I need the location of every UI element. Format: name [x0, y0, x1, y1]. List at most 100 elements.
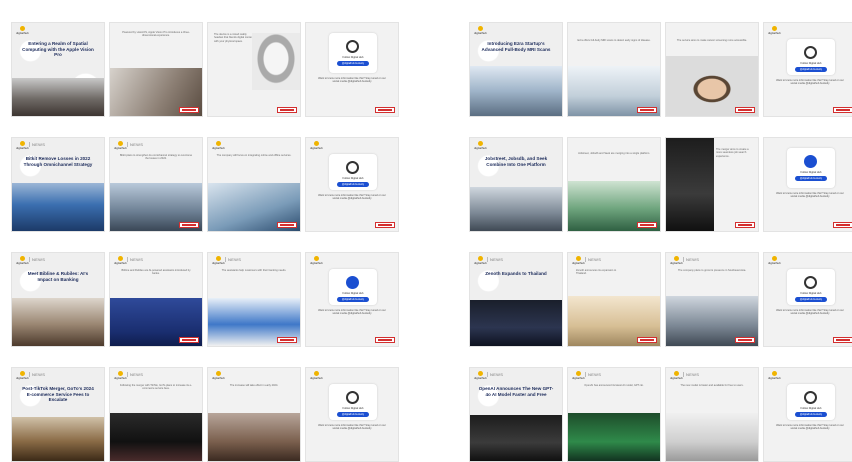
slide-headline: Entering a Realm of Spatial Computing wi… — [22, 41, 94, 58]
footer-logo — [637, 337, 657, 343]
slide-body-text: Bibline and Rubiles are AI-powered assis… — [121, 269, 191, 276]
slide-headline: Post-TikTok Merger, GoTo's 2024 E-commer… — [22, 386, 94, 403]
brand-logo: digitalhub — [114, 256, 128, 267]
news-tag: NEWS — [486, 372, 504, 377]
slide-follow[interactable]: Follow Digital Hub @digitalhub.bucketly … — [305, 22, 399, 117]
follow-cta: Want to know more information like this?… — [318, 424, 386, 431]
slide-follow[interactable]: digitalhub Follow Digital Hub @digitalhu… — [305, 252, 399, 347]
follow-name: Follow Digital Hub — [800, 407, 822, 410]
follow-card: Follow Digital Hub @digitalhub.bucketly — [329, 33, 377, 73]
slide-follow[interactable]: digitalhub Follow Digital Hub @digitalhu… — [763, 367, 852, 462]
slide-cover[interactable]: digitalhub Jobstreet, Jobsdb, and Seek C… — [469, 137, 563, 232]
slide-cover[interactable]: digitalhub Introducing Ezra Startup's Ad… — [469, 22, 563, 117]
slide-follow[interactable]: digitalhub Follow Digital Hub @digitalhu… — [305, 137, 399, 232]
slide-photo — [470, 415, 562, 461]
brand-logo: digitalhub — [670, 371, 684, 382]
slide-body-text: The company will focus on integrating on… — [216, 154, 292, 157]
slide-headline: OpenAI Announces The New GPT-4o AI Model… — [478, 386, 554, 397]
slide-cover[interactable]: digitalhub NEWS Zenoth Expands to Thaila… — [469, 252, 563, 347]
follow-handle[interactable]: @digitalhub.bucketly — [337, 412, 369, 417]
slide-photo — [252, 33, 300, 90]
slide-photo — [666, 138, 714, 231]
follow-cta: Want to know more information like this?… — [776, 192, 844, 199]
slide-body[interactable]: The device is a mixed reality headset th… — [207, 22, 301, 117]
slide-cover[interactable]: digitalhub NEWS Bitkit Remove Losses in … — [11, 137, 105, 232]
slide-body-text: The service aims to make cancer screenin… — [676, 39, 748, 42]
brand-logo: digitalhub — [474, 371, 488, 382]
slide-headline: Jobstreet, Jobsdb, and Seek Combine Into… — [484, 156, 548, 167]
follow-handle[interactable]: @digitalhub.bucketly — [337, 182, 369, 187]
slide-body[interactable]: The merger aims to create a more seamles… — [665, 137, 759, 232]
slide-body[interactable]: digitalhub NEWS Bibline and Rubiles are … — [109, 252, 203, 347]
slide-body[interactable]: digitalhub NEWS OpenAI has announced its… — [567, 367, 661, 462]
footer-logo — [833, 222, 852, 228]
slide-body[interactable]: digitalhub NEWS The assistants help cust… — [207, 252, 301, 347]
brand-logo: digitalhub — [768, 256, 782, 267]
footer-logo — [179, 337, 199, 343]
slide-follow[interactable]: digitalhub Follow Digital Hub @digitalhu… — [763, 252, 852, 347]
brand-logo: digitalhub — [16, 256, 30, 267]
follow-handle[interactable]: @digitalhub.bucketly — [795, 297, 827, 302]
news-tag: NEWS — [126, 372, 144, 377]
avatar-icon — [346, 276, 359, 289]
follow-handle[interactable]: @digitalhub.bucketly — [795, 67, 827, 72]
slide-photo — [470, 66, 562, 116]
slide-follow[interactable]: digitalhub Follow Digital Hub @digitalhu… — [763, 22, 852, 117]
slide-body-text: Jobstreet, Jobsdb and Seek are merging i… — [577, 152, 651, 155]
follow-name: Follow Digital Hub — [342, 56, 364, 59]
avatar-icon — [346, 391, 359, 404]
slide-body-text: The assistants help customers with their… — [221, 269, 287, 272]
slide-body[interactable]: digitalhub NEWS The company plans to gro… — [665, 252, 759, 347]
slide-follow[interactable]: Follow Digital Hub @digitalhub.bucketly … — [763, 137, 852, 232]
follow-name: Follow Digital Hub — [342, 177, 364, 180]
footer-logo — [735, 107, 755, 113]
slide-body-text: The new model is faster and available fo… — [680, 384, 744, 387]
follow-card: Follow Digital Hub @digitalhub.bucketly — [787, 39, 835, 75]
news-tag: NEWS — [28, 372, 46, 377]
follow-name: Follow Digital Hub — [800, 292, 822, 295]
news-tag: NEWS — [224, 257, 242, 262]
brand-logo: digitalhub — [212, 371, 226, 382]
follow-cta: Want to know more information like this?… — [776, 424, 844, 431]
slide-body[interactable]: digitalhub NEWS Zenoth announces its exp… — [567, 252, 661, 347]
brand-logo: digitalhub — [572, 256, 586, 267]
slide-body[interactable]: Jobstreet, Jobsdb and Seek are merging i… — [567, 137, 661, 232]
slide-body-text: Bitkit plans to strengthen its omnichann… — [119, 154, 193, 161]
footer-logo — [833, 107, 852, 113]
slide-body[interactable]: digitalhub NEWS Bitkit plans to strength… — [109, 137, 203, 232]
slide-body[interactable]: digitalhub The company will focus on int… — [207, 137, 301, 232]
slide-cover[interactable]: digitalhub NEWS Post-TikTok Merger, GoTo… — [11, 367, 105, 462]
slide-cover[interactable]: digitalhub Entering a Realm of Spatial C… — [11, 22, 105, 117]
news-tag: NEWS — [682, 257, 700, 262]
slide-body[interactable]: digitalhub NEWS The new model is faster … — [665, 367, 759, 462]
news-tag: NEWS — [126, 142, 144, 147]
follow-handle[interactable]: @digitalhub.bucketly — [795, 412, 827, 417]
footer-logo — [833, 337, 852, 343]
slide-cover[interactable]: digitalhub NEWS Meet Bibline & Rubiles: … — [11, 252, 105, 347]
slide-body[interactable]: digitalhub The increase will take effect… — [207, 367, 301, 462]
footer-logo — [179, 107, 199, 113]
footer-logo — [735, 222, 755, 228]
slide-cover[interactable]: digitalhub NEWS OpenAI Announces The New… — [469, 367, 563, 462]
slide-follow[interactable]: digitalhub Follow Digital Hub @digitalhu… — [305, 367, 399, 462]
follow-name: Follow Digital Hub — [342, 292, 364, 295]
slide-body-text: Ezra offers full-body MRI scans to detec… — [577, 39, 651, 42]
follow-handle[interactable]: @digitalhub.bucketly — [795, 176, 827, 181]
slide-photo — [12, 183, 104, 231]
slide-body[interactable]: The service aims to make cancer screenin… — [665, 22, 759, 117]
slide-photo — [208, 413, 300, 461]
slide-body[interactable]: Ezra offers full-body MRI scans to detec… — [567, 22, 661, 117]
brand-logo: digitalhub — [310, 256, 324, 267]
footer-logo — [735, 337, 755, 343]
footer-logo — [375, 107, 395, 113]
slide-photo — [470, 187, 562, 231]
slide-body-text: OpenAI has announced its latest AI model… — [584, 384, 644, 387]
slide-body[interactable]: digitalhub NEWS Following the merger wit… — [109, 367, 203, 462]
follow-handle[interactable]: @digitalhub.bucketly — [337, 297, 369, 302]
footer-logo — [277, 337, 297, 343]
brand-logo: digitalhub — [310, 371, 324, 382]
follow-handle[interactable]: @digitalhub.bucketly — [337, 61, 369, 66]
avatar-icon — [804, 46, 817, 59]
avatar-icon — [804, 391, 817, 404]
slide-body[interactable]: Powered by visionOS, Apple Vision Pro in… — [109, 22, 203, 117]
